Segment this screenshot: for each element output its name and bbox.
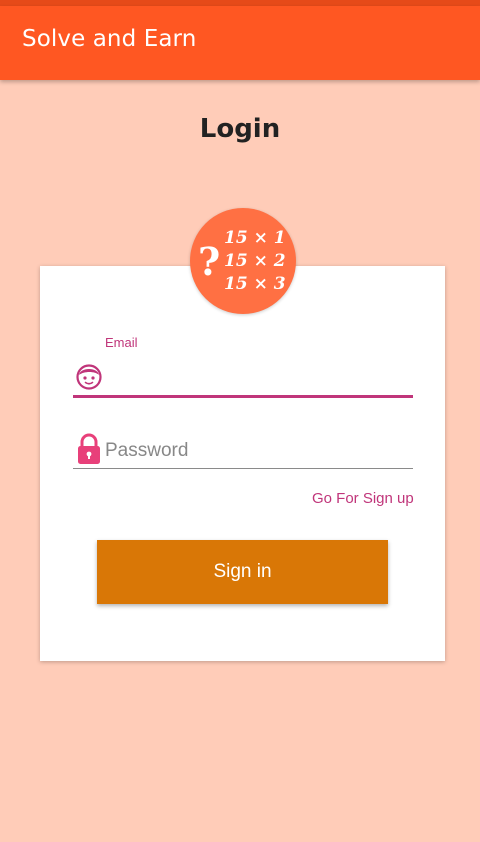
app-logo: ? 15 × 1 15 × 2 15 × 3 — [190, 208, 296, 314]
app-bar: Solve and Earn — [0, 6, 480, 80]
logo-question-mark: ? — [198, 239, 221, 284]
password-input[interactable] — [105, 436, 405, 466]
sign-up-link[interactable]: Go For Sign up — [312, 490, 414, 507]
email-underline — [73, 395, 413, 398]
password-underline — [73, 468, 413, 469]
logo-line-3: 15 × 3 — [224, 274, 286, 294]
app-title: Solve and Earn — [22, 26, 197, 52]
logo-line-2: 15 × 2 — [224, 251, 286, 271]
email-input[interactable] — [108, 362, 408, 392]
logo-line-1: 15 × 1 — [224, 228, 286, 248]
page-title: Login — [199, 114, 281, 144]
lock-icon — [76, 433, 102, 465]
face-icon — [76, 364, 102, 390]
email-label: Email — [105, 335, 138, 350]
sign-in-button[interactable]: Sign in — [97, 540, 388, 604]
